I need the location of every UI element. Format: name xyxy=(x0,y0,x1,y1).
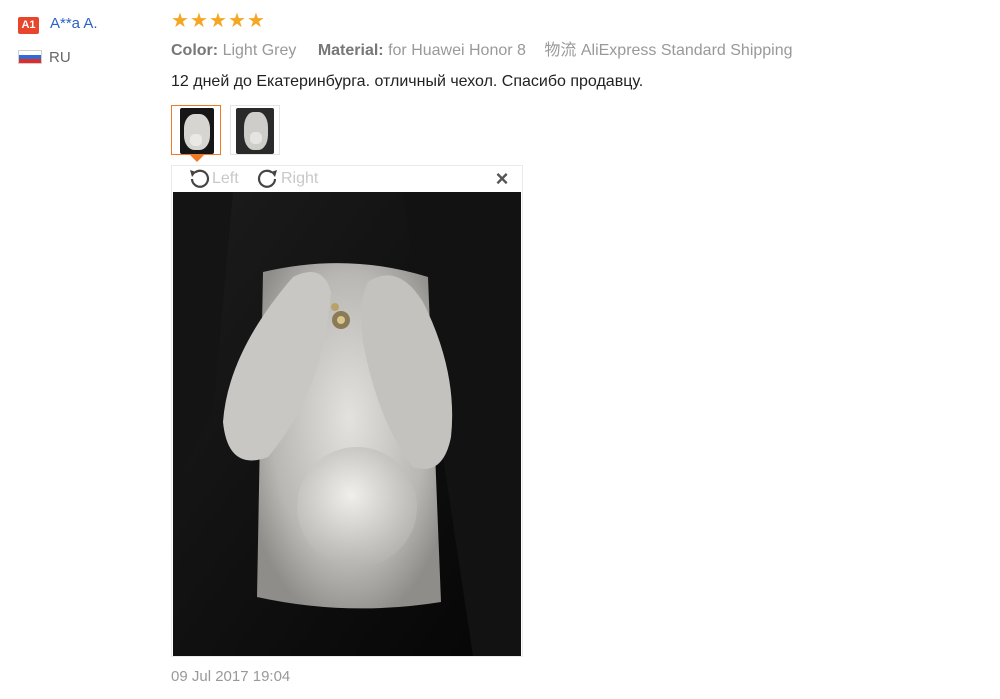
color-value: Light Grey xyxy=(222,42,297,59)
russia-flag-icon xyxy=(18,50,42,64)
review-thumbnail-2[interactable] xyxy=(230,105,280,155)
shipping-label: 物流 xyxy=(544,42,577,59)
reviewer-country: RU xyxy=(49,49,71,66)
star-icon: ★ xyxy=(209,10,227,32)
rotate-right-icon xyxy=(257,169,277,188)
star-icon: ★ xyxy=(190,10,208,32)
star-icon: ★ xyxy=(171,10,189,32)
rotate-left-icon xyxy=(190,169,210,188)
review-photo xyxy=(173,192,521,656)
review-timestamp: 09 Jul 2017 19:04 xyxy=(171,668,291,685)
star-icon: ★ xyxy=(247,10,265,32)
star-icon: ★ xyxy=(228,10,246,32)
color-label: Color: xyxy=(171,42,219,59)
shipping-value: AliExpress Standard Shipping xyxy=(580,42,793,59)
star-rating: ★ ★ ★ ★ ★ xyxy=(171,10,265,34)
rotate-left-label: Left xyxy=(212,170,239,187)
image-viewer: Left Right × xyxy=(171,165,523,657)
rotate-right-label: Right xyxy=(281,170,319,187)
rotate-left-button[interactable]: Left xyxy=(186,168,239,190)
level-badge: A1 xyxy=(18,17,39,34)
review-thumbnail-1[interactable] xyxy=(171,105,221,155)
selected-thumbnail-pointer xyxy=(190,155,204,162)
material-value: for Huawei Honor 8 xyxy=(388,42,526,59)
close-icon[interactable]: × xyxy=(492,168,512,190)
rotate-right-button[interactable]: Right xyxy=(255,168,318,190)
material-label: Material: xyxy=(317,42,384,59)
viewer-toolbar: Left Right × xyxy=(172,166,522,192)
reviewer-name: A**a A. xyxy=(50,15,98,32)
product-attributes: Color: Light Grey Material: for Huawei H… xyxy=(171,40,793,62)
feedback-text: 12 дней до Екатеринбурга. отличный чехол… xyxy=(171,73,644,90)
